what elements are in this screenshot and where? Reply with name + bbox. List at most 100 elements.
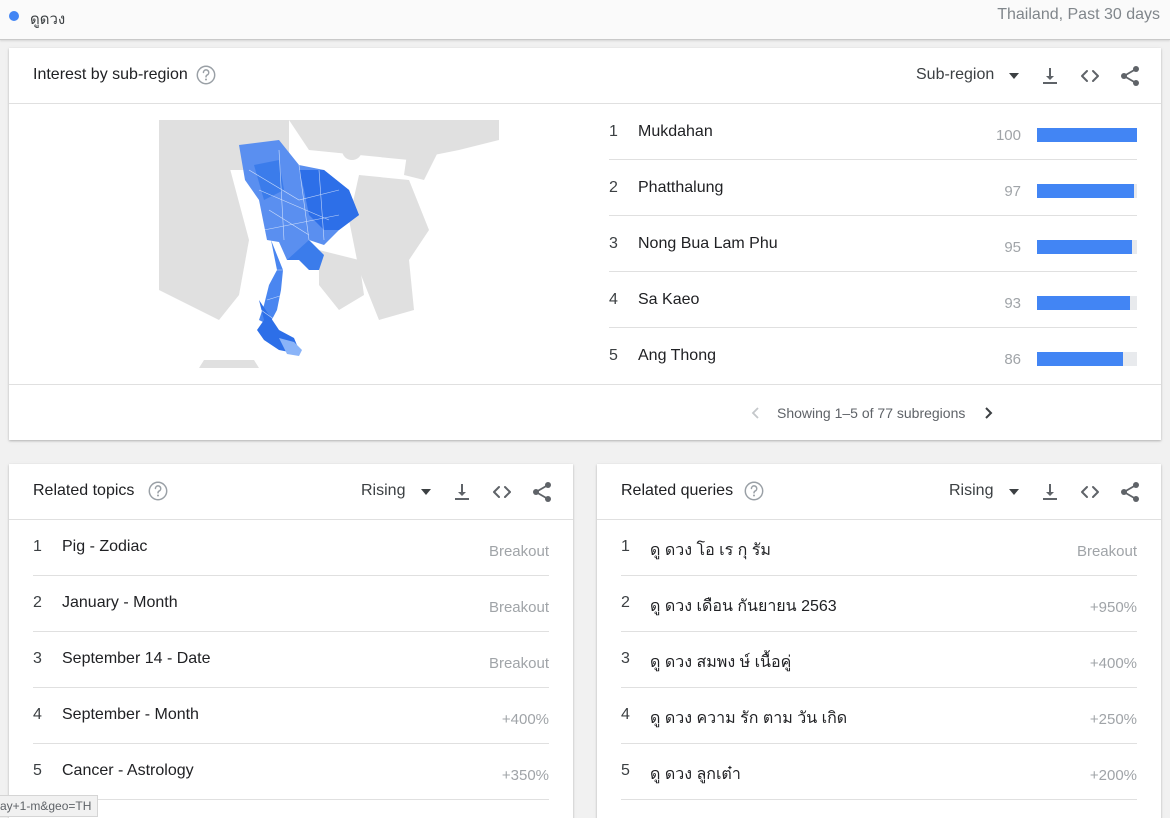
row-rank: 4 [609, 291, 618, 308]
region-name[interactable]: Nong Bua Lam Phu [638, 235, 778, 253]
row-rank: 3 [609, 235, 618, 252]
row-rank: 3 [621, 650, 630, 667]
row-rank: 1 [621, 538, 630, 555]
caret-down-icon[interactable] [1007, 69, 1021, 83]
caret-down-icon[interactable] [419, 485, 433, 499]
table-row[interactable]: 3 Nong Bua Lam Phu 95 [609, 216, 1137, 272]
list-item[interactable]: 2 ดู ดวง เดือน กันยายน 2563 +950% [621, 576, 1137, 632]
score-bar-track [1037, 184, 1137, 198]
term-color-dot [9, 11, 19, 21]
list-item[interactable]: 5 ดู ดวง ลูกเต๋า +200% [621, 744, 1137, 800]
list-item[interactable]: 3 September 14 - Date Breakout [33, 632, 549, 688]
score-bar-track [1037, 240, 1137, 254]
region-score: 93 [1004, 295, 1021, 312]
row-rank: 4 [33, 706, 42, 723]
list-item[interactable]: 4 ดู ดวง ความ รัก ตาม วัน เกิด +250% [621, 688, 1137, 744]
region-period-label: Thailand, Past 30 days [997, 6, 1160, 23]
topic-label[interactable]: Pig - Zodiac [62, 538, 147, 556]
embed-icon[interactable] [490, 480, 514, 504]
row-rank: 5 [609, 347, 618, 364]
rise-value: Breakout [488, 543, 549, 560]
rise-value: +400% [1089, 655, 1137, 672]
rise-value: Breakout [1076, 543, 1137, 560]
card-header: Interest by sub-region Sub-region [9, 48, 1161, 104]
caret-down-icon[interactable] [1007, 485, 1021, 499]
card-title: Related topics [33, 482, 135, 499]
embed-icon[interactable] [1078, 64, 1102, 88]
help-icon[interactable] [743, 480, 765, 502]
embed-icon[interactable] [1078, 480, 1102, 504]
region-name[interactable]: Sa Kaeo [638, 291, 699, 309]
rise-value: Breakout [488, 655, 549, 672]
download-icon[interactable] [450, 480, 474, 504]
search-term-label: ดูดวง [30, 11, 66, 28]
rise-value: +400% [501, 711, 549, 728]
row-rank: 5 [621, 762, 630, 779]
rising-top-select[interactable]: Rising [361, 482, 405, 500]
region-name[interactable]: Phatthalung [638, 179, 723, 197]
rise-value: +950% [1089, 599, 1137, 616]
card-header: Related queries Rising [597, 464, 1161, 520]
row-rank: 1 [33, 538, 42, 555]
chevron-right-icon[interactable] [979, 404, 997, 422]
topic-label[interactable]: September - Month [62, 706, 199, 724]
row-rank: 5 [33, 762, 42, 779]
card-header: Related topics Rising [9, 464, 573, 520]
chevron-left-icon[interactable] [747, 404, 765, 422]
table-row[interactable]: 4 Sa Kaeo 93 [609, 272, 1137, 328]
row-rank: 2 [609, 179, 618, 196]
download-icon[interactable] [1038, 64, 1062, 88]
table-row[interactable]: 1 Mukdahan 100 [609, 104, 1137, 160]
rise-value: Breakout [488, 599, 549, 616]
rising-top-select[interactable]: Rising [949, 482, 993, 500]
list-item[interactable]: 1 Pig - Zodiac Breakout [33, 520, 549, 576]
region-score: 95 [1004, 239, 1021, 256]
card-title: Interest by sub-region [33, 66, 188, 83]
list-item[interactable]: 4 September - Month +400% [33, 688, 549, 744]
score-bar-fill [1037, 128, 1137, 142]
table-row[interactable]: 2 Phatthalung 97 [609, 160, 1137, 216]
rise-value: +350% [501, 767, 549, 784]
subregion-map[interactable] [159, 120, 499, 368]
related-queries-card: Related queries Rising 1 ดู ดวง โอ เร กุ… [597, 464, 1161, 818]
region-score: 86 [1004, 351, 1021, 368]
geo-resolution-select[interactable]: Sub-region [916, 66, 994, 84]
list-item[interactable]: 5 Cancer - Astrology +350% [33, 744, 549, 800]
list-item[interactable]: 2 January - Month Breakout [33, 576, 549, 632]
rise-value: +250% [1089, 711, 1137, 728]
share-icon[interactable] [1118, 480, 1142, 504]
share-icon[interactable] [1118, 64, 1142, 88]
query-label[interactable]: ดู ดวง ความ รัก ตาม วัน เกิด [650, 706, 847, 731]
card-title: Related queries [621, 482, 734, 499]
row-rank: 2 [33, 594, 42, 611]
table-row[interactable]: 5 Ang Thong 86 [609, 328, 1137, 384]
score-bar-track [1037, 128, 1137, 142]
list-item[interactable]: 1 ดู ดวง โอ เร กุ รัม Breakout [621, 520, 1137, 576]
topic-label[interactable]: January - Month [62, 594, 178, 612]
rise-value: +200% [1089, 767, 1137, 784]
help-icon[interactable] [195, 64, 217, 86]
row-rank: 4 [621, 706, 630, 723]
topic-label[interactable]: September 14 - Date [62, 650, 211, 668]
score-bar-fill [1037, 240, 1132, 254]
score-bar-fill [1037, 352, 1123, 366]
help-icon[interactable] [147, 480, 169, 502]
region-name[interactable]: Mukdahan [638, 123, 713, 141]
query-label[interactable]: ดู ดวง โอ เร กุ รัม [650, 538, 771, 563]
download-icon[interactable] [1038, 480, 1062, 504]
query-label[interactable]: ดู ดวง เดือน กันยายน 2563 [650, 594, 837, 619]
row-rank: 3 [33, 650, 42, 667]
related-topics-card: Related topics Rising 1 Pig - Zodiac Bre… [9, 464, 573, 818]
list-item[interactable]: 3 ดู ดวง สมพง ษ์ เนื้อคู่ +400% [621, 632, 1137, 688]
row-rank: 2 [621, 594, 630, 611]
query-label[interactable]: ดู ดวง สมพง ษ์ เนื้อคู่ [650, 650, 791, 675]
share-icon[interactable] [530, 480, 554, 504]
region-name[interactable]: Ang Thong [638, 347, 716, 365]
score-bar-track [1037, 352, 1137, 366]
topic-label[interactable]: Cancer - Astrology [62, 762, 194, 780]
region-score: 97 [1004, 183, 1021, 200]
pagination-text: Showing 1–5 of 77 subregions [777, 405, 966, 421]
query-label[interactable]: ดู ดวง ลูกเต๋า [650, 762, 741, 787]
score-bar-fill [1037, 296, 1130, 310]
score-bar-track [1037, 296, 1137, 310]
